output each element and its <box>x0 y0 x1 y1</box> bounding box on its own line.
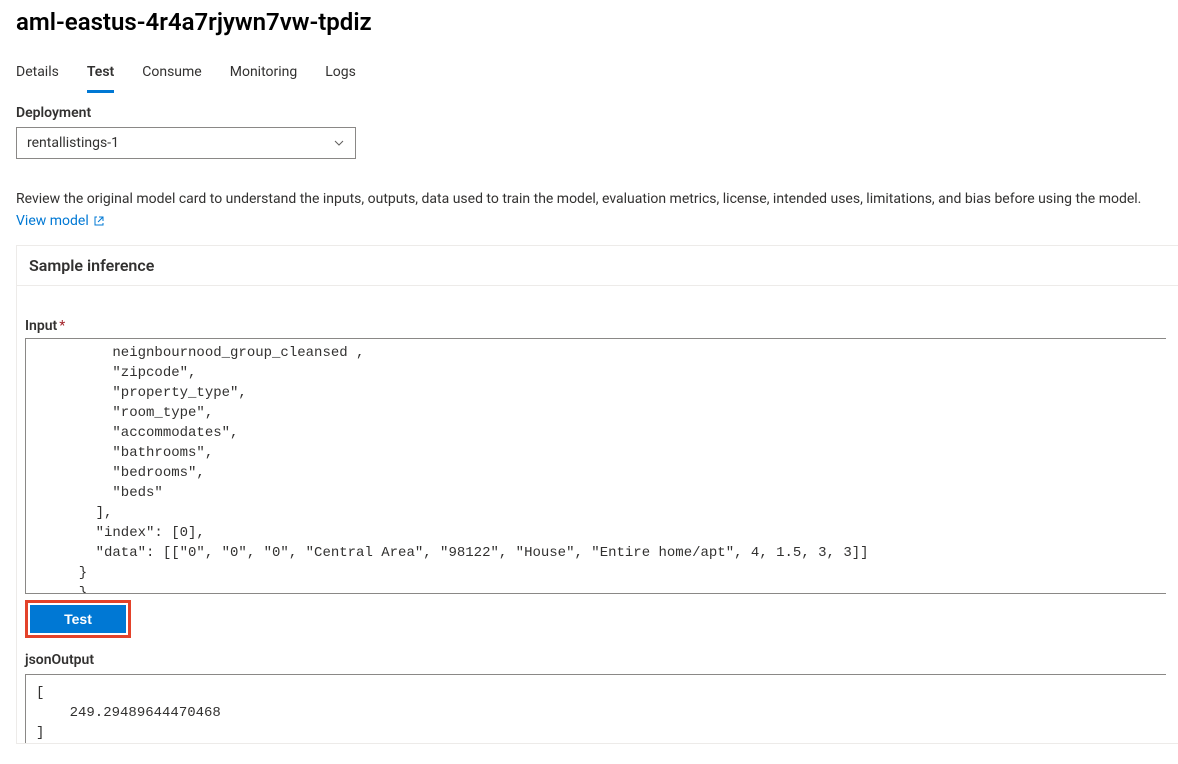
output-label: jsonOutput <box>25 652 1166 668</box>
test-button-highlight: Test <box>25 600 131 638</box>
deployment-label: Deployment <box>16 105 1162 121</box>
page-title: aml-eastus-4r4a7rjywn7vw-tpdiz <box>0 0 1178 46</box>
chevron-down-icon <box>333 137 345 149</box>
review-text: Review the original model card to unders… <box>16 191 1162 207</box>
sample-inference-panel: Sample inference Input* neignbournood_gr… <box>16 245 1178 744</box>
output-textarea[interactable]: [ 249.29489644470468 ] <box>25 674 1166 743</box>
deployment-dropdown[interactable]: rentallistings-1 <box>16 127 356 159</box>
tab-logs[interactable]: Logs <box>325 60 356 93</box>
required-indicator: * <box>59 318 65 334</box>
tab-bar: Details Test Consume Monitoring Logs <box>0 46 1178 93</box>
test-button[interactable]: Test <box>30 605 126 633</box>
panel-header: Sample inference <box>17 246 1178 286</box>
input-textarea[interactable]: neignbournood_group_cleansed , "zipcode"… <box>25 338 1166 594</box>
view-model-link-label: View model <box>16 213 89 229</box>
deployment-selected: rentallistings-1 <box>27 135 333 151</box>
tab-consume[interactable]: Consume <box>142 60 201 93</box>
tab-details[interactable]: Details <box>16 60 59 93</box>
tab-test[interactable]: Test <box>87 60 114 93</box>
input-label-row: Input* <box>25 318 1166 334</box>
tab-monitoring[interactable]: Monitoring <box>230 60 298 93</box>
input-label: Input <box>25 318 57 334</box>
external-link-icon <box>93 215 105 227</box>
view-model-link[interactable]: View model <box>16 213 105 229</box>
